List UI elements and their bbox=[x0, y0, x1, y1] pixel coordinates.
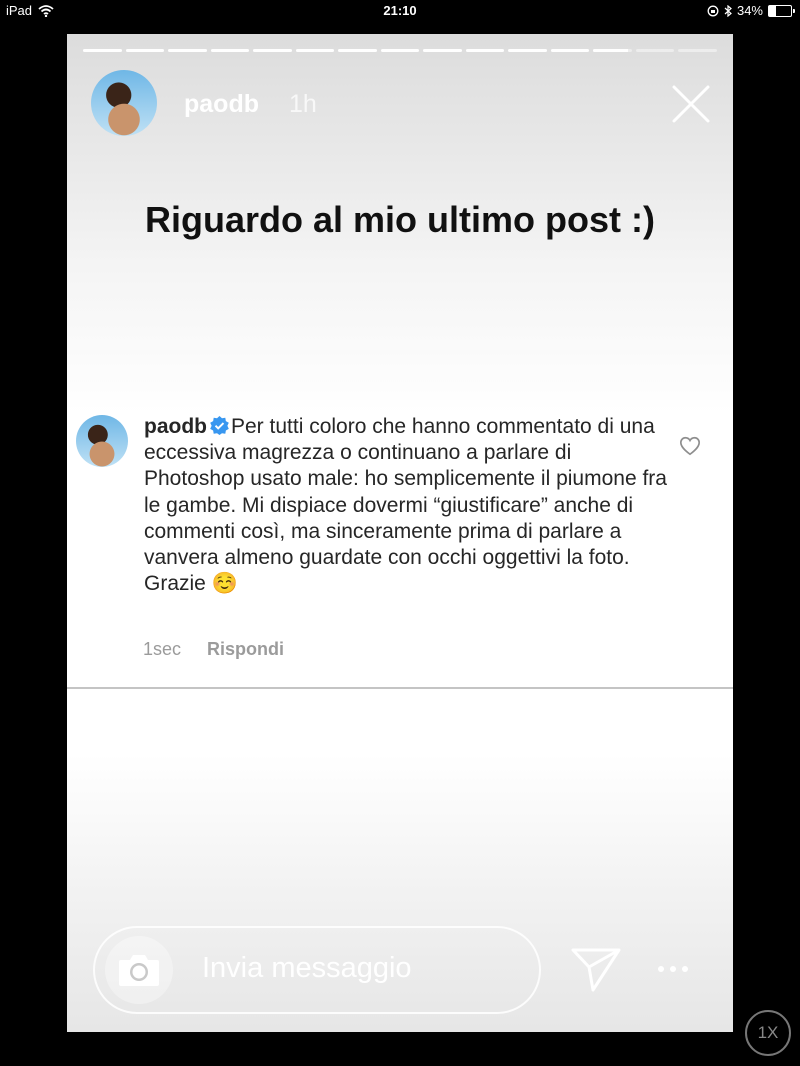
story-progress-segment bbox=[380, 49, 420, 52]
playback-speed-button[interactable]: 1X bbox=[745, 1010, 791, 1056]
message-input[interactable]: Invia messaggio bbox=[93, 926, 541, 1014]
comment-body: paodb Per tutti coloro che hanno commenta… bbox=[144, 414, 674, 597]
story-progress-segment bbox=[253, 49, 292, 52]
comment-time: 1sec bbox=[143, 639, 182, 659]
reply-button[interactable]: Rispondi bbox=[207, 639, 284, 660]
story-progress-segment bbox=[465, 49, 505, 52]
close-icon[interactable] bbox=[671, 84, 711, 124]
camera-icon bbox=[119, 955, 159, 986]
battery-icon bbox=[768, 4, 795, 17]
orientation-lock-icon bbox=[707, 5, 719, 16]
story-progress-segment bbox=[83, 49, 122, 52]
story-progress-bar bbox=[83, 49, 717, 53]
comment-username: paodb bbox=[144, 415, 207, 438]
story-progress-segment bbox=[210, 49, 250, 52]
story-progress-segment bbox=[295, 49, 335, 52]
story-time-ago: 1h bbox=[289, 90, 317, 118]
divider bbox=[67, 687, 733, 689]
story-progress-segment bbox=[125, 49, 165, 52]
story-author-avatar[interactable] bbox=[91, 70, 157, 136]
status-bar: iPad 21:10 34% bbox=[0, 0, 800, 22]
verified-icon bbox=[210, 416, 229, 435]
comment-text: Per tutti coloro che hanno commentato di… bbox=[144, 415, 667, 596]
story-progress-segment bbox=[635, 49, 675, 52]
story-progress-segment bbox=[338, 49, 377, 52]
story-progress-segment bbox=[168, 49, 207, 52]
story-author-username[interactable]: paodb bbox=[184, 90, 259, 119]
more-icon[interactable] bbox=[655, 959, 691, 979]
comment-meta: 1sec Rispondi bbox=[143, 639, 284, 660]
camera-button[interactable] bbox=[105, 936, 173, 1004]
send-icon[interactable] bbox=[571, 947, 621, 993]
clock: 21:10 bbox=[383, 3, 417, 18]
message-placeholder: Invia messaggio bbox=[202, 952, 412, 984]
battery-percent: 34% bbox=[736, 3, 763, 18]
story-progress-segment bbox=[423, 49, 462, 52]
bluetooth-icon bbox=[724, 4, 732, 17]
story-progress-segment bbox=[678, 49, 717, 52]
story-headline: Riguardo al mio ultimo post :) bbox=[145, 199, 655, 240]
story-progress-segment bbox=[593, 49, 632, 52]
story-progress-segment bbox=[550, 49, 590, 52]
comment-avatar bbox=[76, 415, 128, 467]
heart-icon[interactable] bbox=[679, 435, 701, 457]
story-viewer[interactable]: paodb 1h Riguardo al mio ultimo post :) … bbox=[67, 34, 733, 1032]
battery-level bbox=[769, 5, 777, 16]
story-progress-segment bbox=[508, 49, 547, 52]
